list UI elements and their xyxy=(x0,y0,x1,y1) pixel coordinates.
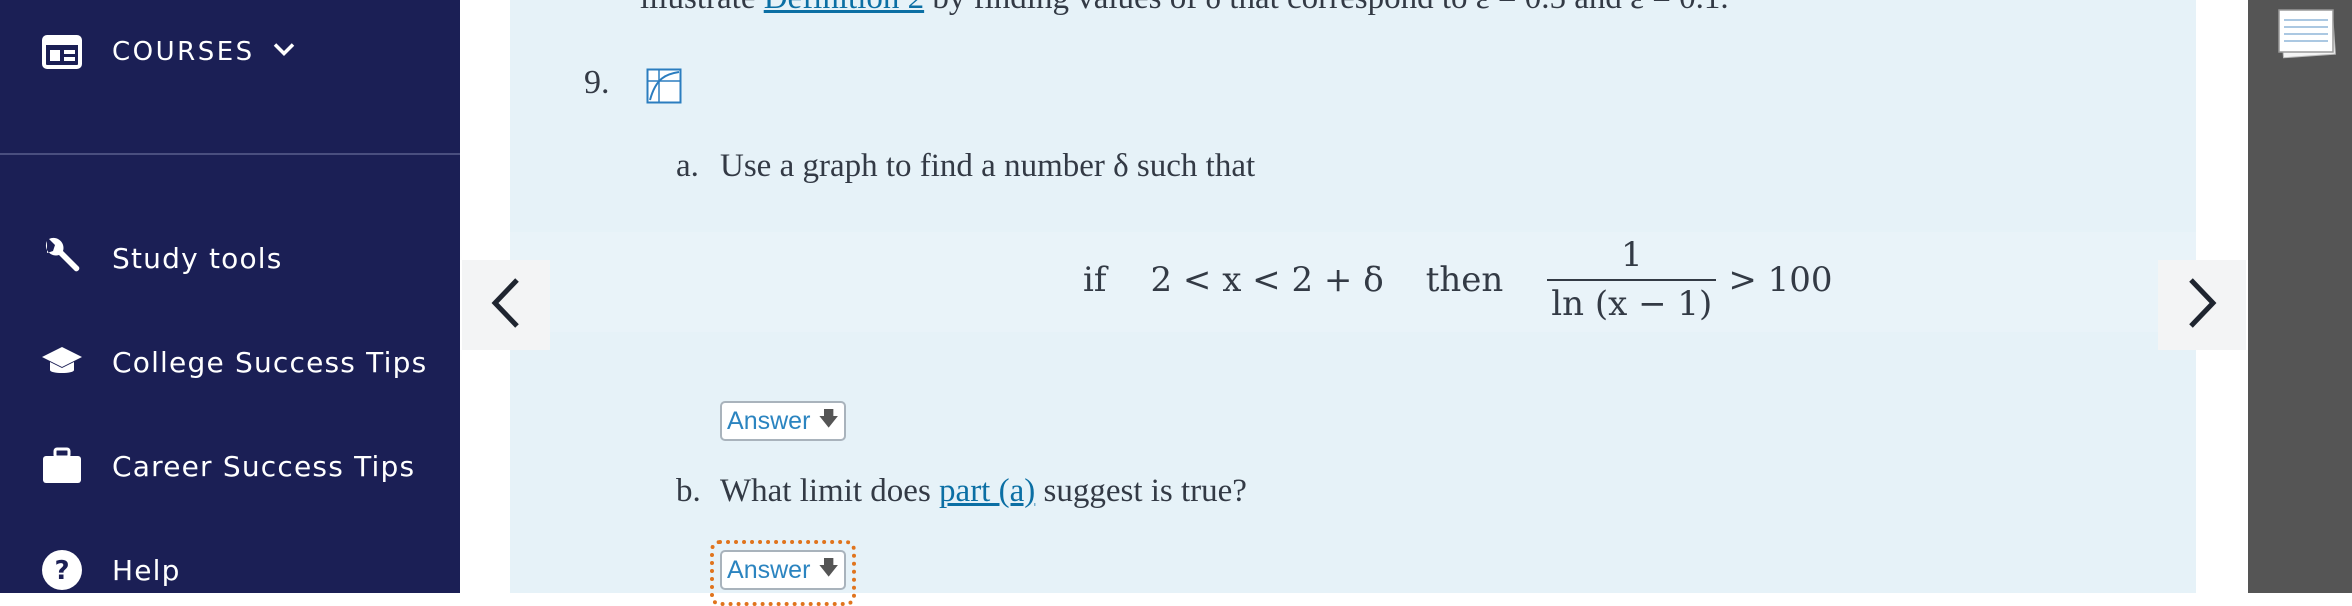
arrow-down-icon: 🡇 xyxy=(818,557,839,579)
courses-menu[interactable]: COURSES xyxy=(0,17,460,87)
sidebar-item-study-tools[interactable]: Study tools xyxy=(0,223,460,293)
math-if: if xyxy=(1083,260,1107,300)
math-inequality: 2 < x < 2 + δ xyxy=(1150,260,1384,300)
sidebar-item-career-success-tips[interactable]: Career Success Tips xyxy=(0,431,460,501)
math-rhs: > 100 xyxy=(1728,260,1833,300)
svg-text:?: ? xyxy=(54,556,69,586)
help-icon: ? xyxy=(40,548,84,592)
sidebar-item-label: Help xyxy=(112,553,181,587)
next-page-button[interactable] xyxy=(2158,260,2246,350)
chevron-down-icon xyxy=(272,42,296,63)
sidebar-item-college-success-tips[interactable]: College Success Tips xyxy=(0,327,460,397)
sidebar-item-label: Career Success Tips xyxy=(112,449,416,483)
sidebar: COURSES Study tools College Success Tips xyxy=(0,0,460,593)
math-expression: if 2 < x < 2 + δ then 1 ln (x − 1) > 100 xyxy=(1083,230,1833,330)
previous-page-button[interactable] xyxy=(462,260,550,350)
courses-icon xyxy=(40,30,84,74)
answer-button-b[interactable]: Answer 🡇 xyxy=(720,550,846,590)
chevron-left-icon xyxy=(489,276,523,335)
math-fraction: 1 ln (x − 1) xyxy=(1547,235,1717,323)
sidebar-divider xyxy=(0,153,460,155)
wrench-icon xyxy=(40,236,84,280)
part-a-link[interactable]: part (a) xyxy=(939,473,1035,509)
math-then: then xyxy=(1425,260,1504,300)
chevron-right-icon xyxy=(2185,276,2219,335)
sidebar-item-label: Study tools xyxy=(112,241,283,275)
part-b-text: b. What limit does part (a) suggest is tr… xyxy=(676,473,1247,509)
previous-exercise-text: illustrate Definition 2 by finding value… xyxy=(640,0,1729,17)
math-denominator: ln (x − 1) xyxy=(1547,279,1717,323)
math-numerator: 1 xyxy=(1620,235,1643,275)
answer-button-a[interactable]: Answer 🡇 xyxy=(720,401,846,441)
graduation-cap-icon xyxy=(40,340,84,384)
briefcase-icon xyxy=(40,444,84,488)
part-a-text: a. Use a graph to find a number δ such th… xyxy=(676,148,1256,184)
problem-number: 9. xyxy=(584,64,610,101)
definition-2-link[interactable]: Definition 2 xyxy=(764,0,924,16)
notes-icon[interactable] xyxy=(2276,6,2338,60)
sidebar-item-label: College Success Tips xyxy=(112,345,428,379)
sidebar-item-help[interactable]: ? Help xyxy=(0,535,460,605)
arrow-down-icon: 🡇 xyxy=(818,408,839,430)
courses-label: COURSES xyxy=(112,37,255,67)
graph-icon xyxy=(646,68,682,104)
right-toolbar xyxy=(2248,0,2352,593)
